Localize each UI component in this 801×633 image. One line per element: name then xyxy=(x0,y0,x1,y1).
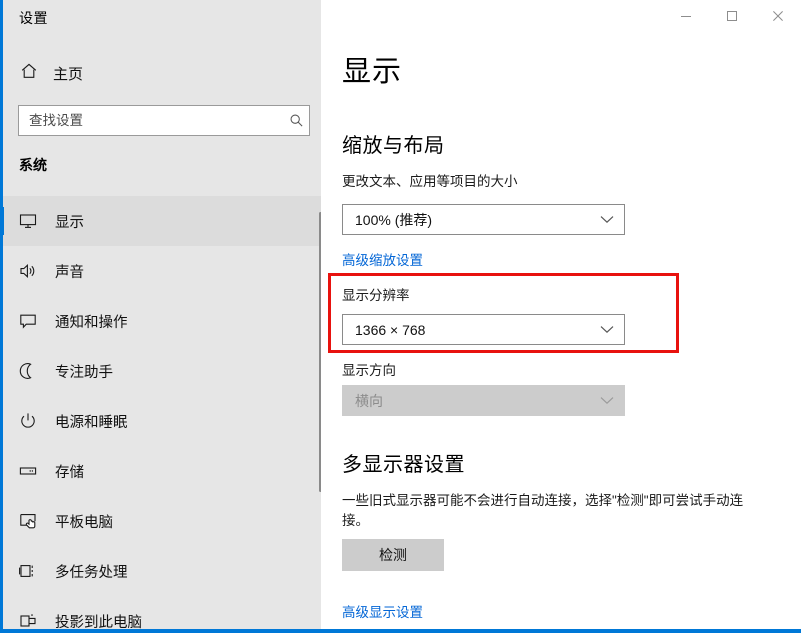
sidebar: 设置 主页 系统 xyxy=(0,0,321,629)
sidebar-item-label: 专注助手 xyxy=(55,361,113,382)
sidebar-item-storage[interactable]: 存储 xyxy=(3,446,321,496)
sidebar-item-home[interactable]: 主页 xyxy=(15,58,87,88)
multitask-icon xyxy=(17,560,39,582)
advanced-display-settings-link[interactable]: 高级显示设置 xyxy=(342,601,423,621)
harddrive-icon xyxy=(17,460,39,482)
sidebar-home-label: 主页 xyxy=(53,63,83,84)
sidebar-item-notifications[interactable]: 通知和操作 xyxy=(3,296,321,346)
sidebar-item-label: 存储 xyxy=(55,461,84,482)
project-icon xyxy=(17,610,39,629)
sidebar-item-display[interactable]: 显示 xyxy=(3,196,321,246)
search-box[interactable] xyxy=(18,105,310,136)
monitor-icon xyxy=(17,210,39,232)
minimize-button[interactable] xyxy=(663,0,709,32)
multiple-displays-description: 一些旧式显示器可能不会进行自动连接，选择"检测"即可尝试手动连接。 xyxy=(342,491,767,530)
section-heading-multiple-displays: 多显示器设置 xyxy=(342,448,465,477)
close-icon xyxy=(772,10,784,22)
sidebar-item-power-sleep[interactable]: 电源和睡眠 xyxy=(3,396,321,446)
power-icon xyxy=(17,410,39,432)
close-button[interactable] xyxy=(755,0,801,32)
page-title: 显示 xyxy=(342,48,402,90)
home-icon xyxy=(19,61,39,86)
speaker-icon xyxy=(17,260,39,282)
main-content: 显示 缩放与布局 更改文本、应用等项目的大小 100% (推荐) 高级缩放设置 … xyxy=(321,0,801,629)
orientation-dropdown-value: 横向 xyxy=(355,391,600,411)
section-heading-scale-layout: 缩放与布局 xyxy=(342,129,445,158)
sidebar-nav: 显示 声音 通知和操作 xyxy=(3,196,321,629)
maximize-icon xyxy=(726,10,738,22)
search-icon[interactable] xyxy=(283,106,309,135)
detect-button[interactable]: 检测 xyxy=(342,539,444,571)
sidebar-item-sound[interactable]: 声音 xyxy=(3,246,321,296)
orientation-label: 显示方向 xyxy=(342,361,396,381)
resolution-dropdown[interactable]: 1366 × 768 xyxy=(342,314,625,345)
sidebar-item-projecting[interactable]: 投影到此电脑 xyxy=(3,596,321,629)
chevron-down-icon xyxy=(600,396,614,405)
app-title: 设置 xyxy=(19,8,48,28)
window-controls xyxy=(663,0,801,32)
advanced-scaling-link[interactable]: 高级缩放设置 xyxy=(342,249,423,269)
orientation-dropdown: 横向 xyxy=(342,385,625,416)
sidebar-item-label: 多任务处理 xyxy=(55,561,128,582)
resolution-dropdown-value: 1366 × 768 xyxy=(355,322,600,338)
settings-window: 设置 主页 系统 xyxy=(0,0,801,633)
sidebar-item-tablet[interactable]: 平板电脑 xyxy=(3,496,321,546)
chevron-down-icon xyxy=(600,325,614,334)
resolution-label: 显示分辨率 xyxy=(342,286,410,306)
scale-dropdown-value: 100% (推荐) xyxy=(355,210,600,230)
moon-icon xyxy=(17,360,39,382)
sidebar-item-label: 平板电脑 xyxy=(55,511,113,532)
scale-size-label: 更改文本、应用等项目的大小 xyxy=(342,172,518,192)
minimize-icon xyxy=(680,10,692,22)
sidebar-group-header: 系统 xyxy=(19,155,47,175)
sidebar-item-label: 投影到此电脑 xyxy=(55,611,142,630)
sidebar-item-label: 声音 xyxy=(55,261,84,282)
chevron-down-icon xyxy=(600,215,614,224)
sidebar-item-label: 通知和操作 xyxy=(55,311,128,332)
tablet-icon xyxy=(17,510,39,532)
sidebar-item-focus-assist[interactable]: 专注助手 xyxy=(3,346,321,396)
search-input[interactable] xyxy=(19,106,283,135)
sidebar-item-label: 显示 xyxy=(55,211,84,232)
maximize-button[interactable] xyxy=(709,0,755,32)
scale-dropdown[interactable]: 100% (推荐) xyxy=(342,204,625,235)
sidebar-item-multitasking[interactable]: 多任务处理 xyxy=(3,546,321,596)
notification-icon xyxy=(17,310,39,332)
sidebar-item-label: 电源和睡眠 xyxy=(55,411,128,432)
